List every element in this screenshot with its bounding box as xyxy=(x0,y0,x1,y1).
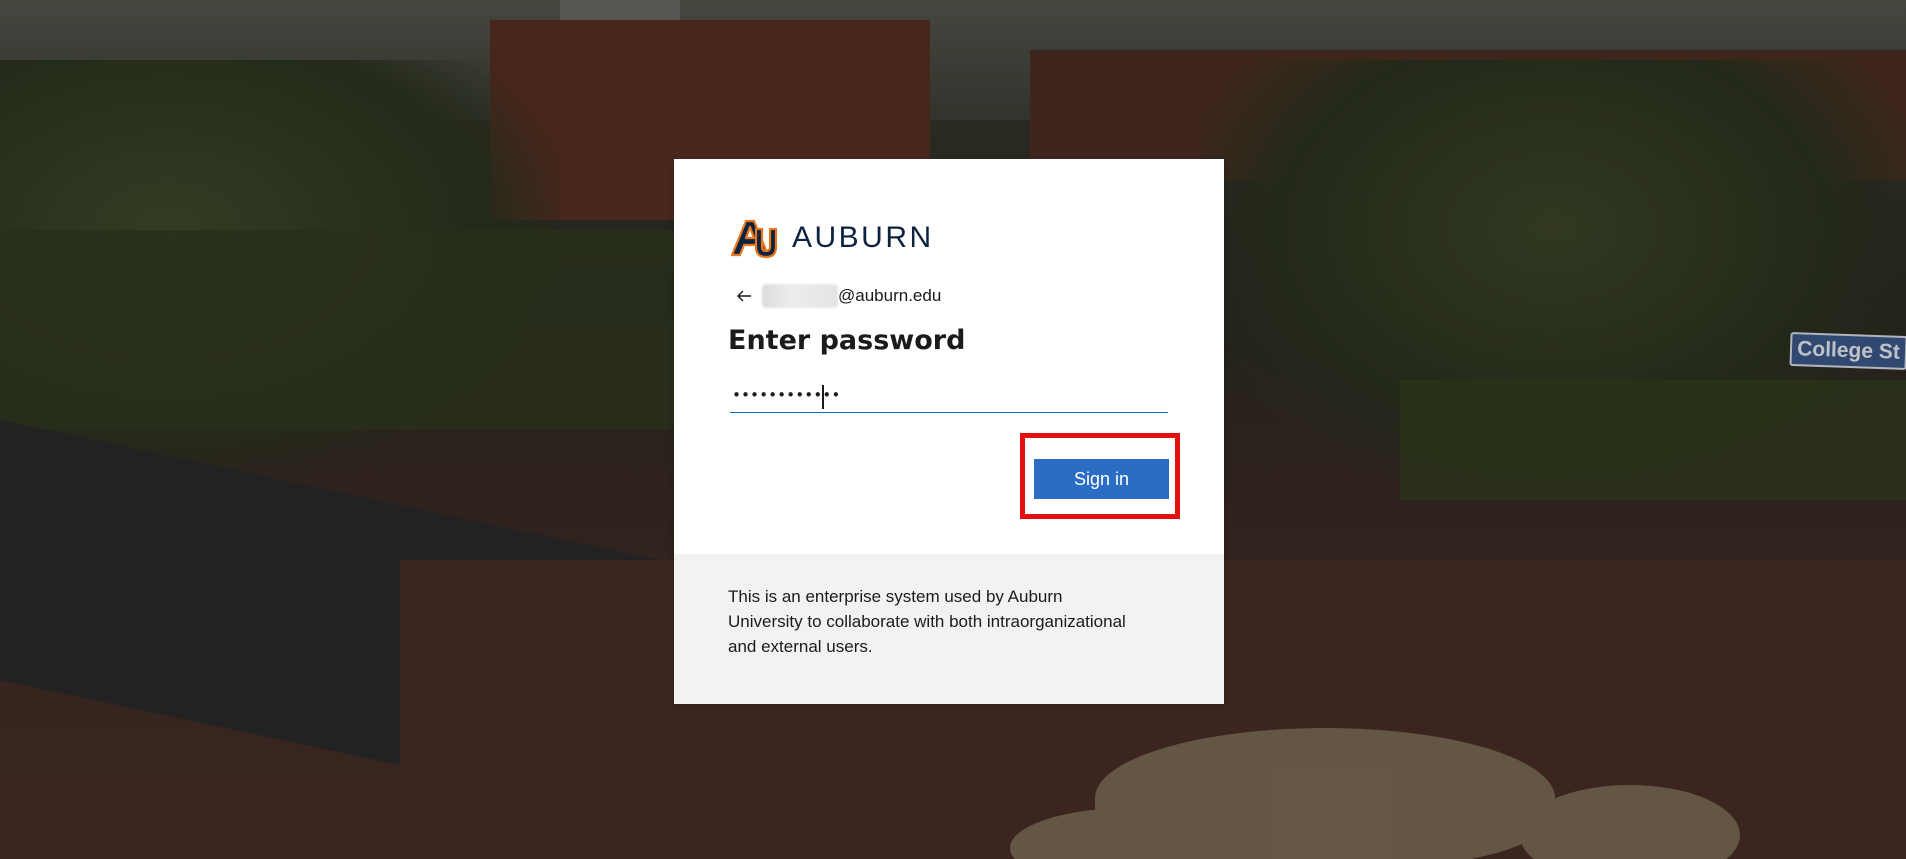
text-caret xyxy=(822,385,824,409)
auburn-au-logo-icon xyxy=(730,219,778,259)
redacted-username xyxy=(762,284,838,308)
signin-card-main: AUBURN @auburn.edu Enter password Sign i… xyxy=(674,159,1224,554)
footer-description: This is an enterprise system used by Aub… xyxy=(728,587,1126,656)
brand-name: AUBURN xyxy=(792,221,934,254)
signin-card: AUBURN @auburn.edu Enter password Sign i… xyxy=(674,159,1224,704)
password-input[interactable] xyxy=(730,377,1168,413)
identity-domain: @auburn.edu xyxy=(838,286,942,305)
signin-button[interactable]: Sign in xyxy=(1034,459,1169,499)
auburn-logo: AUBURN xyxy=(728,215,934,261)
page-title: Enter password xyxy=(728,325,966,356)
identity-banner: @auburn.edu xyxy=(732,281,941,311)
back-arrow-icon[interactable] xyxy=(732,284,756,308)
signin-card-footer: This is an enterprise system used by Aub… xyxy=(674,554,1224,704)
